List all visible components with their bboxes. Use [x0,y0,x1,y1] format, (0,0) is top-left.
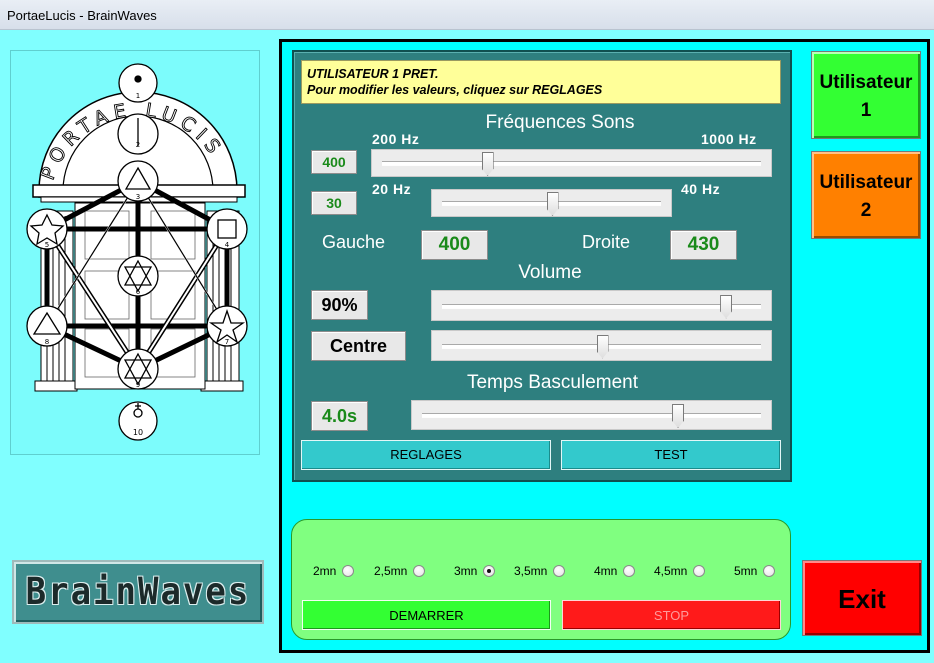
node-number-4: 4 [225,241,230,249]
carrier-frequency-slider[interactable] [371,149,772,177]
settings-button[interactable]: REGLAGES [301,440,551,470]
duration-radio[interactable] [693,565,706,577]
porta-lucis-diagram: PORTAE LUCIS 1 2 3 4 5 6 7 8 9 10 [26,63,248,441]
beat-frequency-slider[interactable] [431,189,672,217]
test-button[interactable]: TEST [561,440,781,470]
user-2-label: Utilisateur [819,172,913,193]
window-title: PortaeLucis - BrainWaves [0,0,934,30]
stop-button[interactable]: STOP [562,600,781,630]
user-2-button[interactable]: Utilisateur 2 [811,151,921,239]
beat-min-label: 20 Hz [372,181,412,197]
duration-option-2mn[interactable]: 2mn [313,563,355,579]
duration-option-3-5mn[interactable]: 3,5mn [514,563,566,579]
start-button[interactable]: DEMARRER [302,600,551,630]
node-number-2: 2 [136,141,140,149]
user-1-label: Utilisateur [819,72,913,93]
switch-time-value: 4.0s [311,401,368,431]
node-number-5: 5 [45,241,49,249]
duration-option-2-5mn[interactable]: 2,5mn [374,563,426,579]
duration-label: 3,5mn [514,564,548,578]
beat-max-label: 40 Hz [681,181,721,197]
duration-radio[interactable] [483,565,496,577]
duration-radio[interactable] [342,565,355,577]
status-message: UTILISATEUR 1 PRET. Pour modifier les va… [301,60,781,104]
carrier-min-label: 200 Hz [372,131,420,147]
volume-title: Volume [518,262,582,283]
user-2-number: 2 [860,200,872,221]
node-number-3: 3 [136,193,140,201]
switch-time-title: Temps Basculement [466,372,639,393]
frequencies-title: Fréquences Sons [485,112,635,133]
user-1-number: 1 [860,100,872,121]
right-frequency-value: 430 [670,230,737,260]
duration-option-3mn[interactable]: 3mn [454,563,496,579]
volume-value: 90% [311,290,368,320]
carrier-max-label: 1000 Hz [701,131,757,147]
logo-text: BrainWaves [25,570,251,614]
duration-option-4-5mn[interactable]: 4,5mn [654,563,706,579]
duration-radio[interactable] [413,565,426,577]
status-line-1: UTILISATEUR 1 PRET. [307,67,439,81]
duration-label: 4mn [594,564,618,578]
duration-radio[interactable] [623,565,636,577]
exit-button[interactable]: Exit [802,560,922,636]
balance-slider[interactable] [431,330,772,361]
node-number-10: 10 [133,428,143,437]
brainwaves-logo: BrainWaves [12,560,264,624]
duration-radio[interactable] [553,565,566,577]
switch-time-thumb[interactable] [672,404,685,428]
node-number-8: 8 [45,338,49,346]
node-number-9: 9 [136,381,140,389]
balance-thumb[interactable] [596,334,609,359]
duration-label: 3mn [454,564,478,578]
duration-label: 5mn [734,564,758,578]
left-label: Gauche [322,232,386,252]
duration-label: 2,5mn [374,564,408,578]
user-1-button[interactable]: Utilisateur 1 [811,51,921,139]
beat-frequency-thumb[interactable] [546,192,559,216]
carrier-frequency-thumb[interactable] [481,152,494,176]
duration-label: 2mn [313,564,337,578]
porta-lucis-diagram-panel: PORTAE LUCIS 1 2 3 4 5 6 7 8 9 10 [10,50,260,455]
volume-slider[interactable] [431,290,772,321]
node-number-6: 6 [136,288,141,296]
duration-label: 4,5mn [654,564,688,578]
carrier-frequency-value: 400 [311,150,357,174]
balance-value: Centre [311,331,406,361]
volume-thumb[interactable] [720,294,733,319]
status-line-2: Pour modifier les valeurs, cliquez sur R… [307,83,603,97]
node-number-7: 7 [225,338,229,346]
right-label: Droite [582,232,631,252]
duration-radio[interactable] [763,565,776,577]
duration-option-5mn[interactable]: 5mn [734,563,776,579]
node-number-1: 1 [136,92,140,100]
left-frequency-value: 400 [421,230,488,260]
switch-time-slider[interactable] [411,400,772,430]
beat-frequency-value: 30 [311,191,357,215]
duration-option-4mn[interactable]: 4mn [594,563,636,579]
